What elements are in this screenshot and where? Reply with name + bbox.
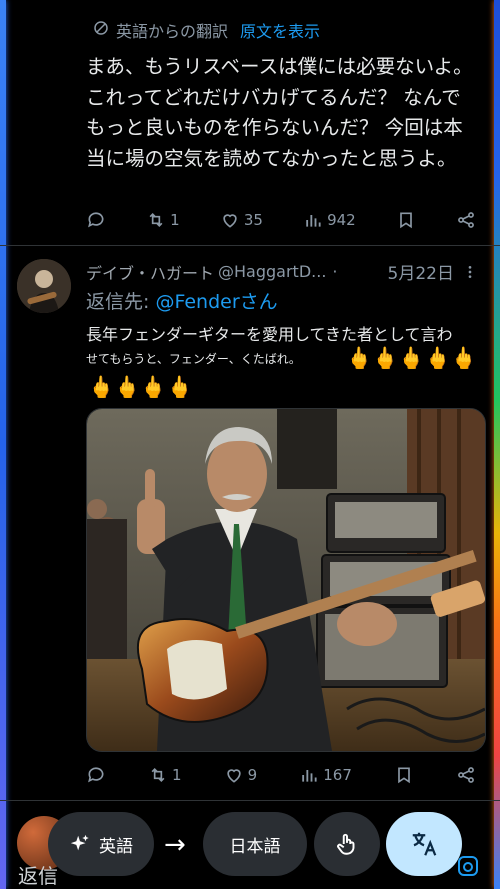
header-dot: · [332,262,338,281]
retweet-count: 1 [170,211,180,229]
tweet-image-guitarist[interactable] [86,408,486,752]
reply-icon [88,212,104,228]
share-icon [458,212,474,228]
bookmark-button[interactable] [394,765,414,785]
tweet-actions: 1 35 942 [86,208,476,232]
emoji-row-right: 🖕🖕🖕🖕🖕 [346,346,477,370]
translate-icon [409,829,439,859]
reply-button[interactable] [86,210,106,230]
reply-prefix: 返信先: [86,291,150,313]
translated-from-label: 英語からの翻訳 [116,22,229,41]
tweet-divider [0,245,500,246]
views-count: 167 [323,766,352,784]
author-handle[interactable]: @HaggartD... [218,262,326,281]
retweet-button[interactable]: 1 [146,210,180,230]
target-language-button[interactable]: 日本語 [203,812,307,876]
like-icon [226,769,241,783]
tweet-body-line-2: せてもらうと、フェンダー、くたばれ。 [86,352,301,366]
views-icon [302,770,317,782]
retweet-button[interactable]: 1 [148,765,182,785]
reply-mention[interactable]: @Fenderさん [155,291,277,313]
author-name[interactable]: デイブ・ハガート [86,260,214,284]
tweet-date[interactable]: 5月22日 [388,259,454,284]
like-count: 35 [243,211,263,229]
share-button[interactable] [456,765,476,785]
tweet-divider [0,800,500,801]
retweet-icon [151,767,165,783]
like-icon [223,214,237,228]
tweet-body: まあ、もうリスベースは僕には必要ないよ。これってどれだけバカげてるんだ？ なんで… [86,55,473,170]
source-language-button[interactable]: 英語 [48,812,154,876]
emoji-row-left: 🖕🖕🖕🖕 [88,375,193,399]
source-language-label: 英語 [99,836,133,857]
target-language-label: 日本語 [229,836,281,857]
tweet-body-line-1: 長年フェンダーギターを愛用してきた者として言わ [86,325,453,344]
translate-icon [92,19,110,41]
translation-info: 英語からの翻訳 原文を表示 [92,18,320,42]
reply-button[interactable] [86,765,106,785]
views-button[interactable]: 942 [303,210,356,230]
translate-button[interactable] [386,812,462,876]
avatar[interactable] [17,259,71,313]
sparkle-icon [69,833,91,855]
like-count: 9 [247,766,258,784]
like-button[interactable]: 35 [220,210,263,230]
views-icon [306,215,321,227]
tweet-header: デイブ・ハガート @HaggartD... · 5月22日 [86,259,478,284]
retweet-icon [149,212,163,228]
touch-gesture-icon [334,831,360,857]
reply-to-line: 返信先: @Fenderさん [86,287,278,314]
lens-icon[interactable] [456,854,480,878]
bookmark-icon [398,767,410,784]
reply-icon [88,767,104,783]
like-button[interactable]: 9 [224,765,258,785]
tweet-actions: 1 9 167 [86,763,476,787]
bookmark-icon [400,212,412,229]
tweet-translated: 英語からの翻訳 原文を表示 まあ、もうリスベースは僕には必要ないよ。これってどれ… [0,0,500,245]
share-icon [458,767,474,783]
more-options-icon[interactable] [462,264,478,280]
touch-gesture-button[interactable] [314,812,380,876]
show-original-link[interactable]: 原文を表示 [240,18,320,42]
next-tweet-peek: 返信 [18,864,58,888]
retweet-count: 1 [172,766,182,784]
bookmark-button[interactable] [396,210,416,230]
views-count: 942 [327,211,356,229]
language-arrow: → [164,830,186,860]
views-button[interactable]: 167 [299,765,352,785]
share-button[interactable] [456,210,476,230]
